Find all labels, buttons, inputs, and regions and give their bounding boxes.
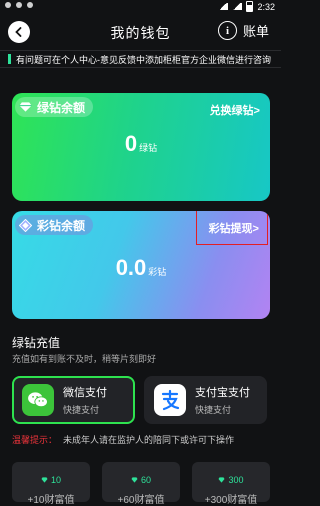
package-diamonds: 300 [192,475,270,485]
status-bar: 2:32 [0,0,281,14]
package-option[interactable]: 300 +300财富值 [192,462,270,506]
color-diamond-card: 彩钻余额 彩钻提现> 0.0 彩钻 [12,211,270,319]
green-diamond-unit: 绿钻 [139,143,158,153]
status-time: 2:32 [257,1,275,12]
color-diamond-amount: 0.0 彩钻 [12,255,270,281]
header: 我的钱包 i 账单 [0,14,281,50]
package-bonus: +300财富值 [204,495,258,506]
recharge-title: 绿钻充值 [12,336,61,350]
package-diamond-count: 10 [50,475,61,485]
recharge-packages: 10 +10财富值 60 +60财富值 300 +300财富值 [12,462,270,506]
package-bonus: +60财富值 [117,495,165,506]
color-diamond-icon [19,218,32,232]
color-diamond-chip: 彩钻余额 [15,215,94,235]
wechat-pay-option[interactable]: 微信支付 快捷支付 [12,376,135,424]
package-option[interactable]: 60 +60财富值 [102,462,180,506]
withdraw-highlight: 彩钻提现> [196,211,268,245]
green-diamond-label: 绿钻余额 [37,100,86,115]
package-diamonds: 60 [102,475,180,485]
notice-banner: 有问题可在个人中心-意见反馈中添加柜柜官方企业微信进行咨询 [0,50,281,68]
package-diamond-count: 60 [140,475,151,485]
exchange-green-diamond-link[interactable]: 兑换绿钻> [210,102,260,118]
notice-text: 有问题可在个人中心-意见反馈中添加柜柜官方企业微信进行咨询 [16,55,271,65]
package-option[interactable]: 10 +10财富值 [12,462,90,506]
bill-button[interactable]: i 账单 [217,21,269,40]
signal-icon [232,3,243,10]
tip-text: 未成年人请在监护人的陪同下或许可下操作 [63,435,235,445]
alipay-text: 支付宝支付 快捷支付 [195,384,250,416]
info-icon: i [217,21,237,40]
wechat-pay-desc: 快捷支付 [63,405,100,415]
green-diamond-value: 0 [124,131,138,156]
status-left-icons [5,2,33,8]
battery-icon [246,1,254,12]
green-diamond-card: 绿钻余额 兑换绿钻> 0 绿钻 [12,93,270,201]
package-diamond-count: 300 [228,475,244,485]
wifi-icon [218,3,229,10]
alipay-name: 支付宝支付 [195,387,250,399]
green-diamond-icon [218,477,225,483]
green-diamond-icon [131,477,138,483]
green-diamond-amount: 0 绿钻 [12,131,270,157]
notice-marker [8,54,11,64]
alipay-desc: 快捷支付 [195,405,232,415]
warm-tip: 温馨提示： 未成年人请在监护人的陪同下或许可下操作 [12,433,234,446]
notification-icon [16,2,22,8]
status-right-icons: 2:32 [218,1,275,12]
wechat-pay-name: 微信支付 [63,387,107,399]
package-diamonds: 10 [12,475,90,485]
alipay-icon [154,384,186,416]
wechat-icon [22,384,54,416]
notification-icon [5,2,11,8]
color-diamond-label: 彩钻余额 [37,218,86,233]
notification-icon [27,2,33,8]
green-diamond-icon [41,477,48,483]
package-bonus: +10财富值 [27,495,75,506]
green-diamond-chip: 绿钻余额 [15,97,94,117]
withdraw-color-diamond-link[interactable]: 彩钻提现> [209,220,259,236]
green-diamond-icon [19,101,32,114]
bill-label: 账单 [242,24,269,39]
recharge-subtitle: 充值如有到账不及时，稍等片刻即好 [12,354,157,364]
color-diamond-unit: 彩钻 [148,267,167,277]
tip-label: 温馨提示： [12,435,58,445]
wechat-pay-text: 微信支付 快捷支付 [63,384,107,416]
alipay-option[interactable]: 支付宝支付 快捷支付 [144,376,267,424]
color-diamond-value: 0.0 [115,255,147,280]
